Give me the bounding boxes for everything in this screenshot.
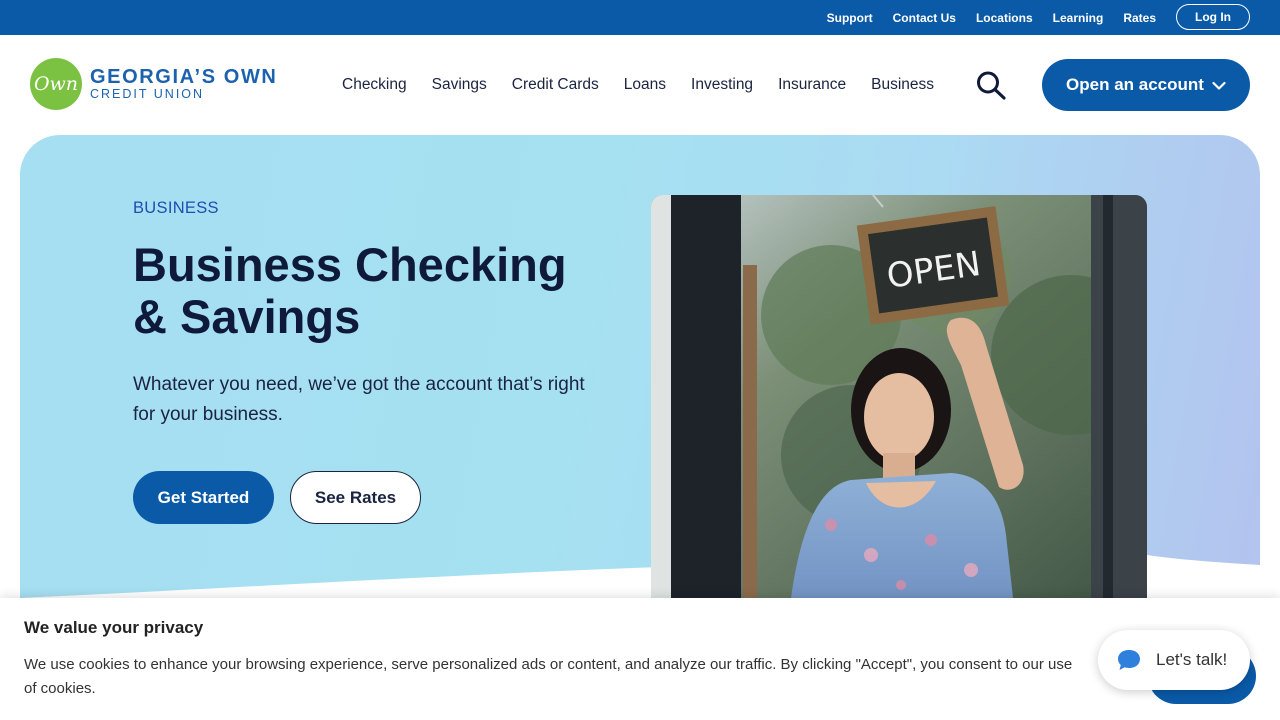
logo-mark: Own [30,58,82,110]
hero-photo: OPEN [651,195,1147,598]
open-account-label: Open an account [1066,75,1204,94]
logo[interactable]: Own GEORGIA’S OWN CREDIT UNION [30,58,277,110]
search-icon[interactable] [974,70,1008,100]
nav-item-insurance[interactable]: Insurance [778,76,846,94]
hero-eyebrow: BUSINESS [133,199,219,217]
nav-item-credit-cards[interactable]: Credit Cards [512,76,599,94]
utility-link-learning[interactable]: Learning [1053,11,1104,25]
site-header: Own GEORGIA’S OWN CREDIT UNION Checking … [0,35,1280,135]
nav-item-investing[interactable]: Investing [691,76,753,94]
hero-title: Business Checking & Savings [133,238,567,343]
chat-icon [1118,650,1140,670]
open-account-button[interactable]: Open an account [1042,59,1250,111]
nav-item-business[interactable]: Business [871,76,934,94]
utility-link-rates[interactable]: Rates [1123,11,1156,25]
login-button[interactable]: Log In [1176,4,1250,30]
chevron-down-icon [1212,81,1226,90]
nav-item-savings[interactable]: Savings [432,76,487,94]
hero: BUSINESS Business Checking & Savings Wha… [20,135,1260,598]
hero-subtitle: Whatever you need, we’ve got the account… [133,374,585,425]
logo-line-2: CREDIT UNION [90,87,205,101]
utility-links: Support Contact Us Locations Learning Ra… [827,0,1156,35]
nav-item-checking[interactable]: Checking [342,76,407,94]
shop-window-illustration: OPEN [651,195,1147,598]
see-rates-button[interactable]: See Rates [290,471,421,524]
nav-item-loans[interactable]: Loans [624,76,666,94]
main-nav: Checking Savings Credit Cards Loans Inve… [342,35,934,135]
cookie-banner: We value your privacy We use cookies to … [0,598,1280,720]
utility-bar: Support Contact Us Locations Learning Ra… [0,0,1280,35]
utility-link-locations[interactable]: Locations [976,11,1033,25]
cookie-title: We value your privacy [24,618,204,637]
chat-bubble[interactable]: Let's talk! [1098,630,1250,690]
logo-wordmark: GEORGIA’S OWN CREDIT UNION [90,67,277,101]
get-started-button[interactable]: Get Started [133,471,274,524]
utility-link-contact-us[interactable]: Contact Us [893,11,956,25]
chat-label: Let's talk! [1156,650,1228,669]
logo-line-1: GEORGIA’S OWN [90,66,278,88]
utility-link-support[interactable]: Support [827,11,873,25]
cookie-text: We use cookies to enhance your browsing … [24,656,1073,697]
